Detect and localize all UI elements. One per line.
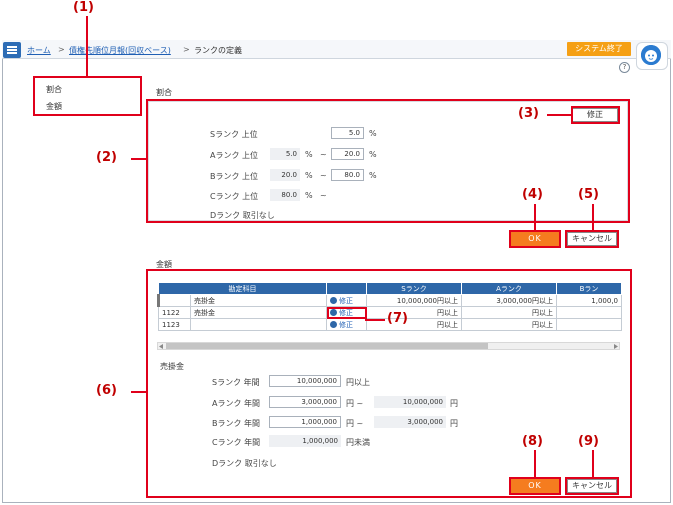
callout-2: (2) [96,150,117,165]
hamburger-menu-icon[interactable] [3,42,21,58]
callout-4: (4) [522,187,543,202]
annotation-leader-2 [131,158,146,160]
callout-5: (5) [578,187,599,202]
breadcrumb-separator: > [183,45,190,54]
annotation-leader-9 [592,450,594,477]
annotation-box-edit [571,106,620,124]
annotation-leader-1 [86,16,88,76]
annotation-box-amount-ok [509,477,561,495]
annotation-leader-5 [592,204,594,230]
annotation-leader-3 [547,114,571,116]
annotation-box-side-menu [33,76,142,116]
callout-1: (1) [73,0,94,15]
callout-7: (7) [387,311,408,326]
ratio-section-title: 割合 [156,88,172,97]
callout-9: (9) [578,434,599,449]
breadcrumb-separator: > [58,45,65,54]
breadcrumb-home[interactable]: ホーム [27,45,51,56]
annotation-box-amount [146,269,632,498]
annotation-box-amount-cancel [565,477,619,495]
annotation-box-ratio [146,99,630,223]
annotation-leader-8 [534,450,536,477]
callout-3: (3) [518,106,539,121]
breadcrumb-report[interactable]: 債権先順位月報(回収ベース) [69,45,171,56]
help-icon[interactable]: ? [619,62,630,73]
callout-6: (6) [96,383,117,398]
annotation-box-ratio-cancel [565,230,619,248]
annotation-leader-7 [365,319,385,321]
assistant-avatar-icon[interactable] [641,45,661,65]
system-exit-button[interactable]: システム終了 [567,42,631,56]
annotation-leader-4 [534,204,536,230]
annotation-leader-6 [131,391,146,393]
breadcrumb-current: ランクの定義 [194,46,242,55]
callout-8: (8) [522,434,543,449]
annotation-box-ratio-ok [509,230,561,248]
